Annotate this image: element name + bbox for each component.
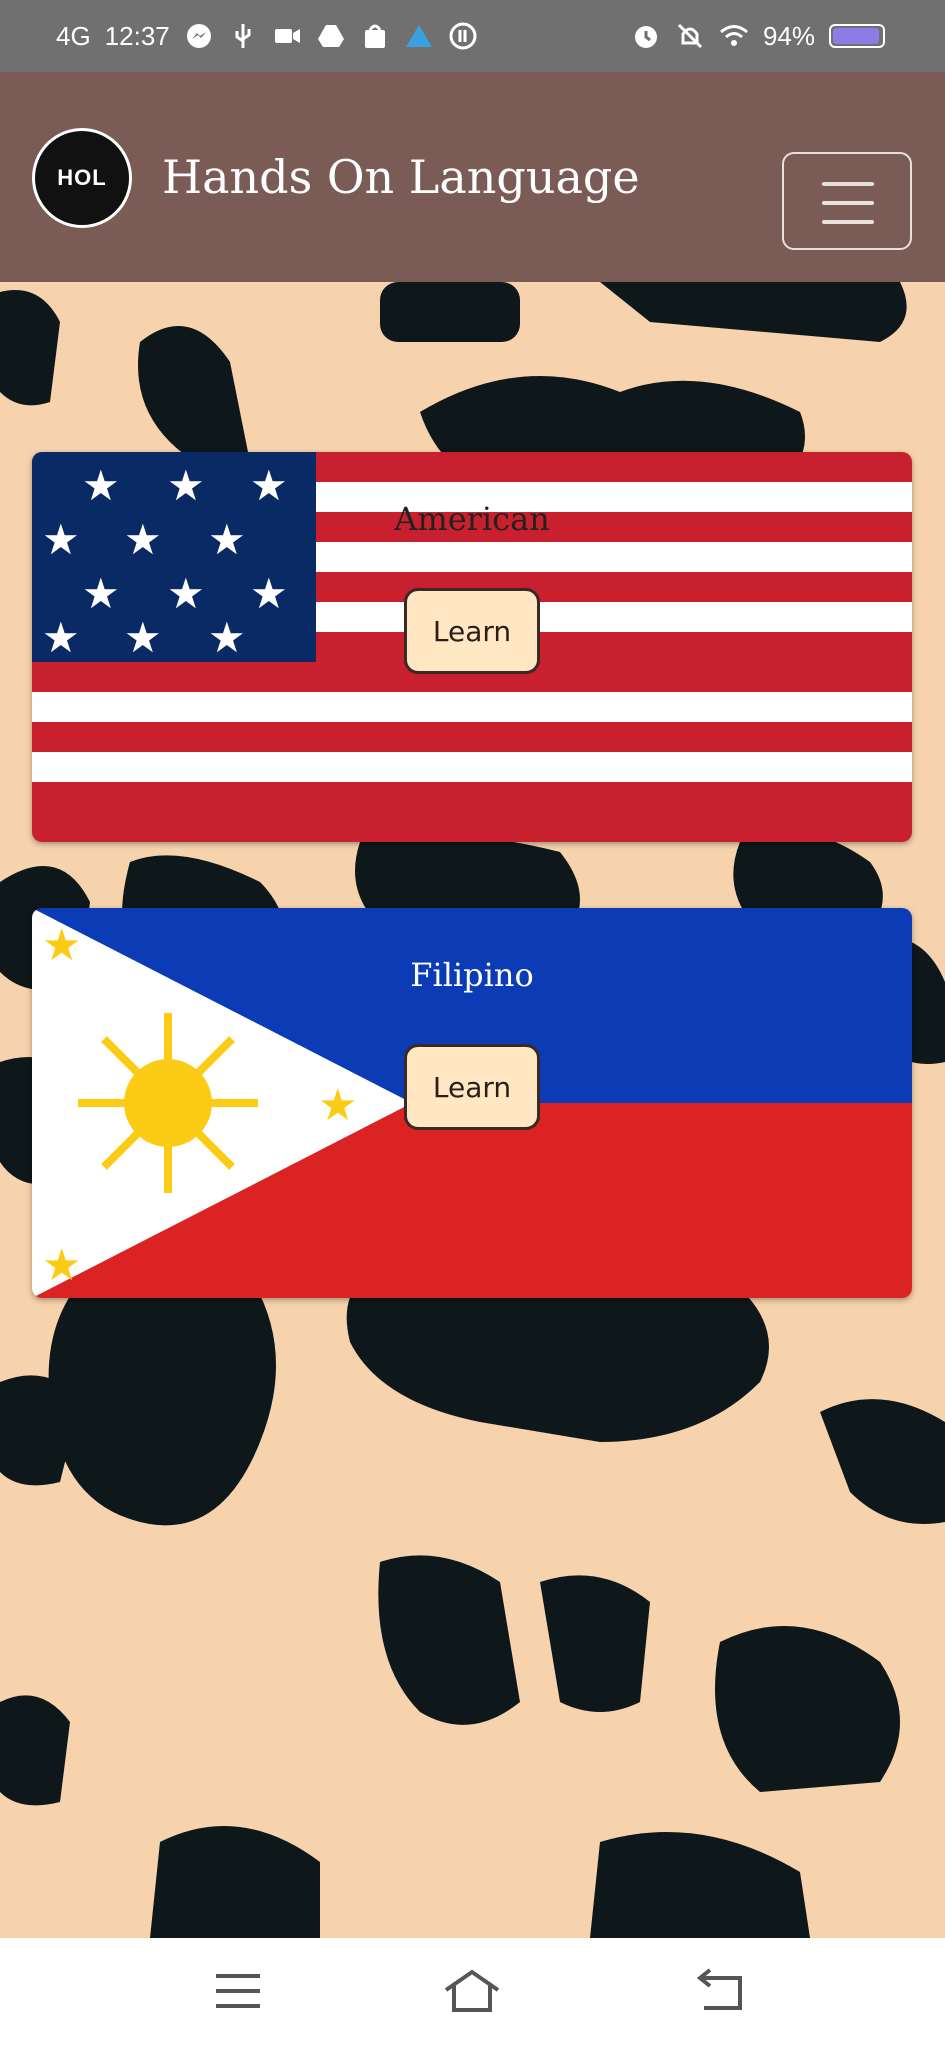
status-right: 94% — [631, 14, 885, 58]
network-type: 4G — [56, 20, 91, 51]
svg-text:★: ★ — [82, 569, 120, 618]
hamburger-line — [822, 201, 874, 205]
navbar: HOL Hands On Language — [0, 72, 945, 282]
video-icon — [272, 21, 302, 51]
system-nav-bar — [0, 1938, 945, 2048]
menu-toggle-button[interactable] — [782, 152, 912, 250]
messenger-icon — [184, 21, 214, 51]
hamburger-line — [822, 182, 874, 186]
hamburger-line — [822, 220, 874, 224]
alarm-icon — [631, 21, 661, 51]
brand-title[interactable]: Hands On Language — [162, 150, 640, 204]
svg-text:★: ★ — [167, 569, 205, 618]
battery-icon — [829, 24, 885, 48]
svg-text:★: ★ — [250, 569, 288, 618]
svg-text:★: ★ — [208, 613, 246, 662]
filipino-card: ★ ★ ★ Filipino Learn — [32, 908, 912, 1298]
home-icon[interactable] — [442, 1966, 502, 2016]
american-card: ★ ★ ★ ★ ★ ★ ★ ★ ★ ★ ★ ★ American Learn — [32, 452, 912, 842]
svg-text:★: ★ — [42, 613, 80, 662]
back-icon[interactable] — [690, 1966, 750, 2016]
drive-icon — [316, 21, 346, 51]
status-bar: 4G 12:37 94% — [0, 0, 945, 72]
battery-percent: 94% — [762, 20, 815, 51]
brand-logo[interactable]: HOL — [32, 128, 132, 228]
warning-icon — [404, 21, 434, 51]
status-left: 4G 12:37 — [56, 14, 478, 58]
wifi-icon — [719, 21, 749, 51]
shopping-icon — [360, 21, 390, 51]
learn-filipino-button[interactable]: Learn — [404, 1044, 540, 1130]
card-title: Filipino — [410, 956, 534, 994]
svg-text:★: ★ — [124, 613, 162, 662]
svg-text:★: ★ — [318, 1080, 357, 1131]
menu-icon[interactable] — [208, 1966, 268, 2016]
svg-text:★: ★ — [42, 1240, 81, 1291]
app-circle-icon — [448, 21, 478, 51]
mute-icon — [675, 21, 705, 51]
usb-icon — [228, 21, 258, 51]
card-title: American — [394, 500, 550, 538]
logo-text: HOL — [57, 165, 107, 190]
learn-american-button[interactable]: Learn — [404, 588, 540, 674]
clock: 12:37 — [104, 20, 170, 51]
